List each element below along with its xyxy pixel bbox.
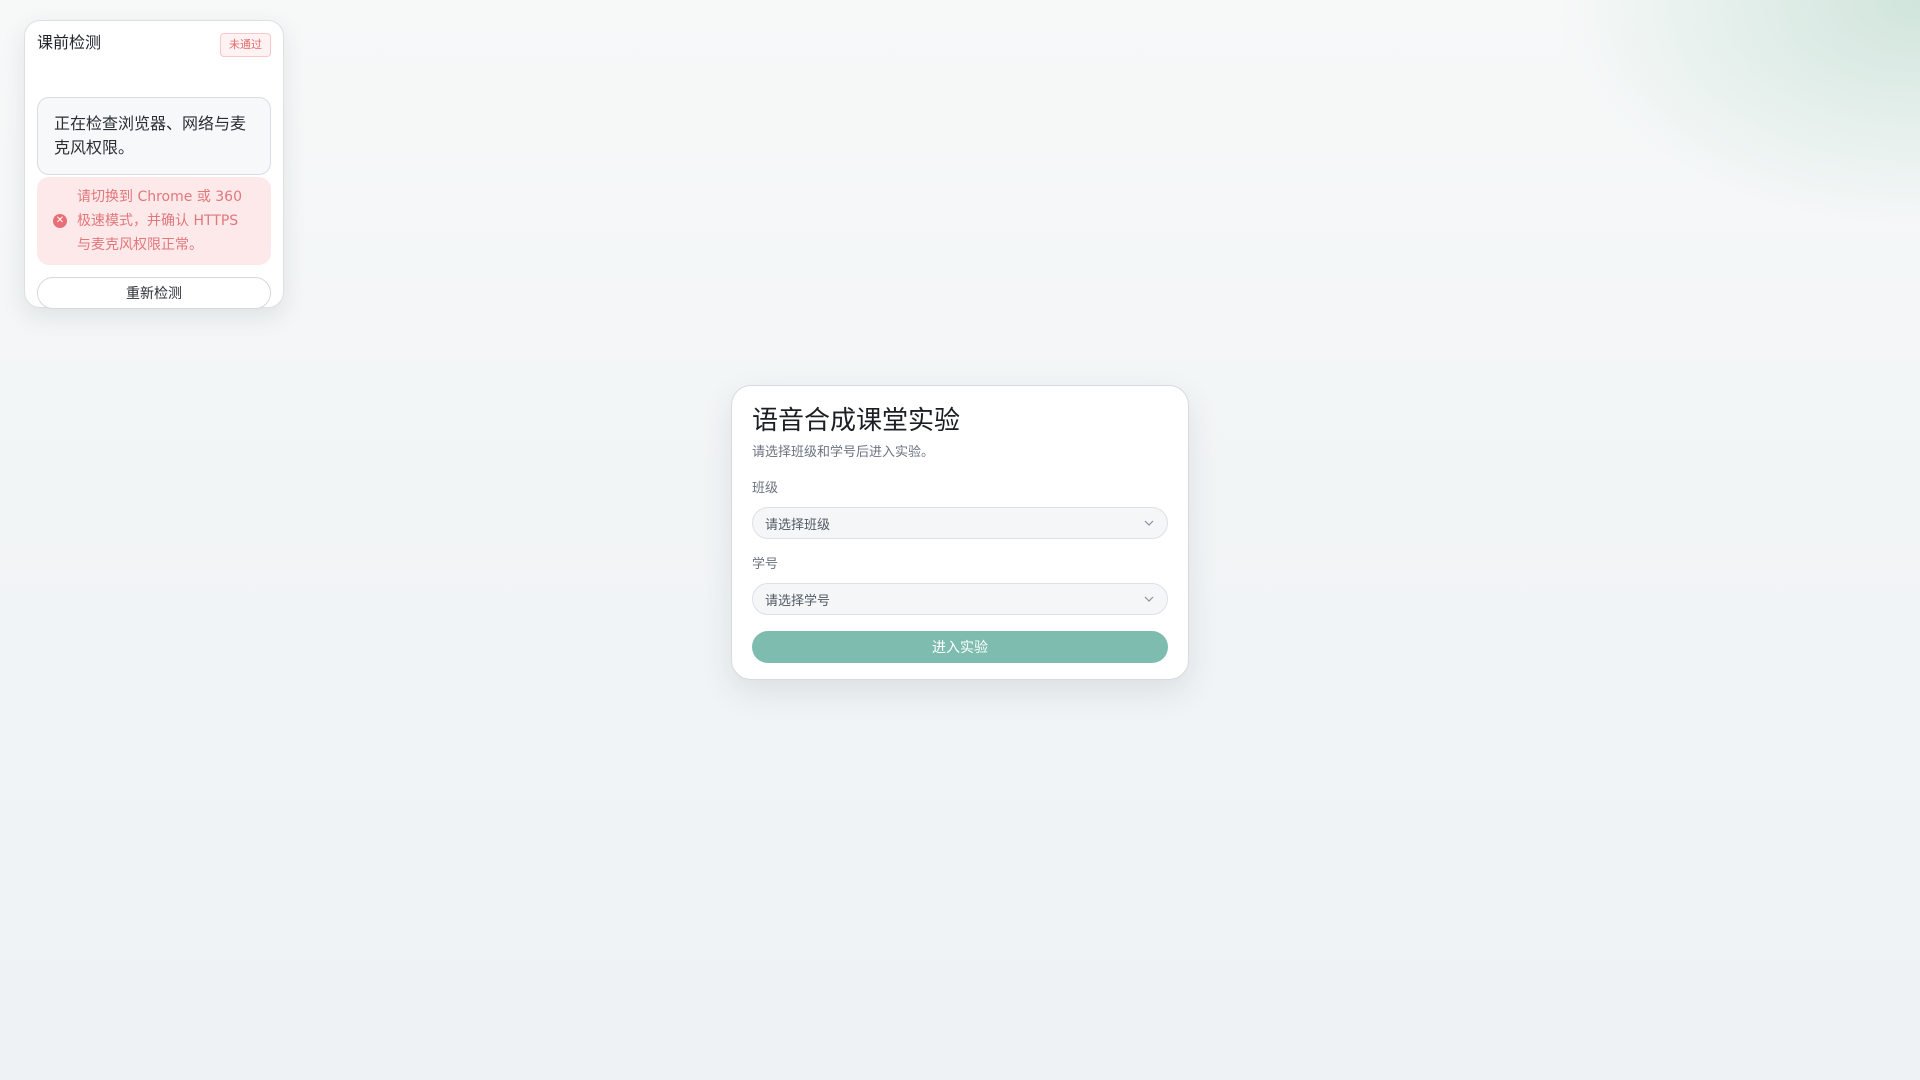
precheck-header: 课前检测 未通过	[37, 33, 271, 71]
error-alert: ✕ 请切换到 Chrome 或 360 极速模式，并确认 HTTPS 与麦克风权…	[37, 177, 271, 265]
student-id-label: 学号	[752, 557, 779, 572]
class-select[interactable]: 请选择班级	[752, 507, 1168, 539]
student-id-select-placeholder: 请选择学号	[765, 593, 831, 609]
error-circle-icon: ✕	[53, 214, 67, 228]
status-message: 正在检查浏览器、网络与麦克风权限。	[37, 97, 271, 175]
recheck-button[interactable]: 重新检测	[37, 277, 271, 309]
enter-experiment-button[interactable]: 进入实验	[752, 631, 1168, 663]
page-subtitle: 请选择班级和学号后进入实验。	[752, 445, 935, 460]
status-badge: 未通过	[220, 33, 271, 57]
error-message: 请切换到 Chrome 或 360 极速模式，并确认 HTTPS 与麦克风权限正…	[77, 189, 242, 253]
login-card: 语音合成课堂实验 请选择班级和学号后进入实验。 班级 请选择班级 学号 请选择学…	[731, 385, 1189, 680]
page-title: 语音合成课堂实验	[752, 406, 961, 436]
class-select-placeholder: 请选择班级	[765, 517, 831, 533]
chevron-down-icon	[1144, 596, 1154, 602]
precheck-title: 课前检测	[37, 33, 102, 52]
chevron-down-icon	[1144, 520, 1154, 526]
precheck-panel: 课前检测 未通过 正在检查浏览器、网络与麦克风权限。 ✕ 请切换到 Chrome…	[24, 20, 284, 309]
class-label: 班级	[752, 481, 779, 496]
student-id-select[interactable]: 请选择学号	[752, 583, 1168, 615]
